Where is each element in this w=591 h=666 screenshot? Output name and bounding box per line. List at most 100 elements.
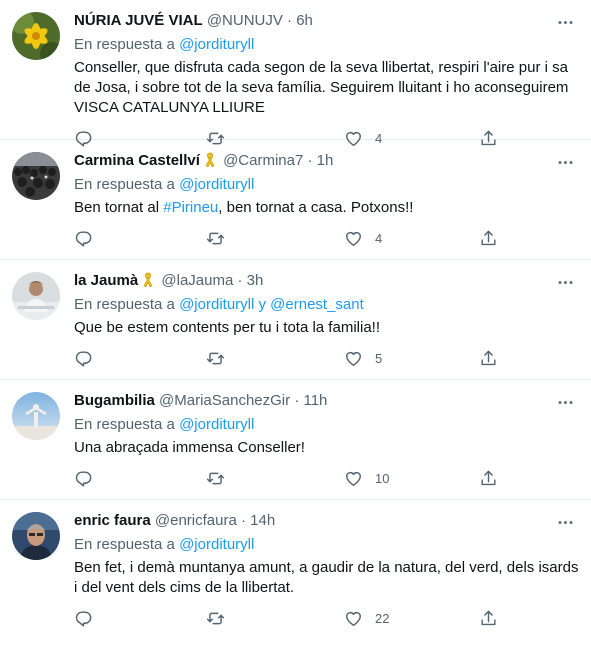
reply-context: En respuesta a @jordituryll: [74, 35, 254, 55]
like-button[interactable]: 4: [344, 227, 382, 249]
reply-prefix: En respuesta a: [74, 416, 175, 433]
user-handle[interactable]: @MariaSanchezGir: [159, 392, 290, 409]
reply-prefix: En respuesta a: [74, 36, 175, 53]
retweet-button[interactable]: [206, 467, 225, 489]
share-button[interactable]: [479, 467, 498, 489]
share-icon: [479, 609, 498, 628]
mention-link[interactable]: @jordituryll: [179, 296, 254, 313]
separator-dot: ·: [240, 512, 246, 529]
tweet-text-part: , ben tornat a casa. Potxons!!: [218, 199, 414, 216]
like-button[interactable]: 22: [344, 607, 389, 629]
user-handle[interactable]: @laJauma: [161, 272, 233, 289]
tweet[interactable]: enric faura @enricfaura · 14h En respues…: [0, 500, 591, 645]
share-button[interactable]: [479, 607, 498, 629]
mention-link[interactable]: @jordituryll: [179, 536, 254, 553]
avatar[interactable]: [12, 12, 60, 60]
reply-feed: NÚRIA JUVÉ VIAL @NUNUJV · 6h En respuest…: [0, 0, 591, 645]
action-bar: 5: [74, 347, 591, 369]
yellow-ribbon-icon: [141, 271, 155, 288]
tweet-text: Que be estem contents per tu i tota la f…: [74, 319, 380, 336]
more-options-button[interactable]: [556, 513, 575, 537]
separator-dot: ·: [294, 392, 300, 409]
user-handle[interactable]: @Carmina7: [223, 152, 303, 169]
more-options-button[interactable]: [556, 393, 575, 417]
heart-icon: [344, 609, 363, 628]
display-name[interactable]: NÚRIA JUVÉ VIAL: [74, 12, 203, 29]
user-handle[interactable]: @enricfaura: [155, 512, 237, 529]
timestamp[interactable]: 1h: [317, 152, 334, 169]
reply-icon: [74, 469, 93, 488]
action-bar: 4: [74, 227, 591, 249]
reply-prefix: En respuesta a: [74, 536, 175, 553]
reply-button[interactable]: [74, 607, 93, 629]
tweet[interactable]: NÚRIA JUVÉ VIAL @NUNUJV · 6h En respuest…: [0, 0, 591, 140]
display-name[interactable]: Bugambilia: [74, 392, 155, 409]
like-button[interactable]: 10: [344, 467, 389, 489]
more-options-button[interactable]: [556, 13, 575, 37]
reply-button[interactable]: [74, 227, 93, 249]
more-icon: [556, 393, 575, 412]
reply-context: En respuesta a @jordituryll: [74, 415, 254, 435]
more-options-button[interactable]: [556, 273, 575, 297]
mention-link[interactable]: @jordituryll: [179, 176, 254, 193]
tweet-header: enric faura @enricfaura · 14h: [74, 511, 551, 531]
like-button[interactable]: 5: [344, 347, 382, 369]
mention-link[interactable]: @jordituryll: [179, 416, 254, 433]
action-bar: 22: [74, 607, 591, 629]
tweet[interactable]: Carmina Castellví @Carmina7 · 1h En resp…: [0, 140, 591, 260]
more-icon: [556, 13, 575, 32]
like-count: 10: [375, 470, 390, 486]
share-button[interactable]: [479, 347, 498, 369]
avatar[interactable]: [12, 392, 60, 440]
tweet[interactable]: Bugambilia @MariaSanchezGir · 11h En res…: [0, 380, 591, 500]
avatar[interactable]: [12, 512, 60, 560]
mention-joiner[interactable]: y: [259, 296, 267, 313]
user-handle[interactable]: @NUNUJV: [207, 12, 283, 29]
retweet-icon: [206, 349, 225, 368]
timestamp[interactable]: 3h: [247, 272, 264, 289]
reply-button[interactable]: [74, 467, 93, 489]
retweet-icon: [206, 609, 225, 628]
more-options-button[interactable]: [556, 153, 575, 177]
share-icon: [479, 469, 498, 488]
tweet-header: la Jaumà @laJauma · 3h: [74, 271, 551, 291]
mention-link[interactable]: @ernest_sant: [270, 296, 364, 313]
like-count: 22: [375, 610, 390, 626]
share-icon: [479, 349, 498, 368]
retweet-button[interactable]: [206, 227, 225, 249]
reply-icon: [74, 609, 93, 628]
tweet-header: Bugambilia @MariaSanchezGir · 11h: [74, 391, 551, 411]
like-count: 5: [375, 350, 383, 366]
reply-prefix: En respuesta a: [74, 176, 175, 193]
avatar[interactable]: [12, 272, 60, 320]
timestamp[interactable]: 6h: [296, 12, 313, 29]
retweet-button[interactable]: [206, 607, 225, 629]
reply-context: En respuesta a @jordituryll: [74, 535, 254, 555]
reply-context: En respuesta a @jordituryll y @ernest_sa…: [74, 295, 364, 315]
tweet-header: Carmina Castellví @Carmina7 · 1h: [74, 151, 551, 171]
mention-link[interactable]: @jordituryll: [179, 36, 254, 53]
reply-button[interactable]: [74, 347, 93, 369]
more-icon: [556, 153, 575, 172]
hashtag-link[interactable]: #Pirineu: [163, 199, 218, 216]
like-count: 4: [375, 230, 383, 246]
share-button[interactable]: [479, 227, 498, 249]
display-name[interactable]: la Jaumà: [74, 272, 138, 289]
separator-dot: ·: [307, 152, 313, 169]
avatar[interactable]: [12, 152, 60, 200]
retweet-icon: [206, 229, 225, 248]
more-icon: [556, 513, 575, 532]
separator-dot: ·: [287, 12, 293, 29]
tweet[interactable]: la Jaumà @laJauma · 3h En respuesta a @j…: [0, 260, 591, 380]
display-name[interactable]: Carmina Castellví: [74, 152, 200, 169]
tweet-text: Ben tornat al #Pirineu, ben tornat a cas…: [74, 198, 579, 218]
timestamp[interactable]: 14h: [250, 512, 275, 529]
tweet-header: NÚRIA JUVÉ VIAL @NUNUJV · 6h: [74, 11, 551, 31]
heart-icon: [344, 469, 363, 488]
display-name[interactable]: enric faura: [74, 512, 151, 529]
retweet-button[interactable]: [206, 347, 225, 369]
heart-icon: [344, 349, 363, 368]
reply-context: En respuesta a @jordituryll: [74, 175, 254, 195]
timestamp[interactable]: 11h: [303, 392, 327, 409]
heart-icon: [344, 229, 363, 248]
